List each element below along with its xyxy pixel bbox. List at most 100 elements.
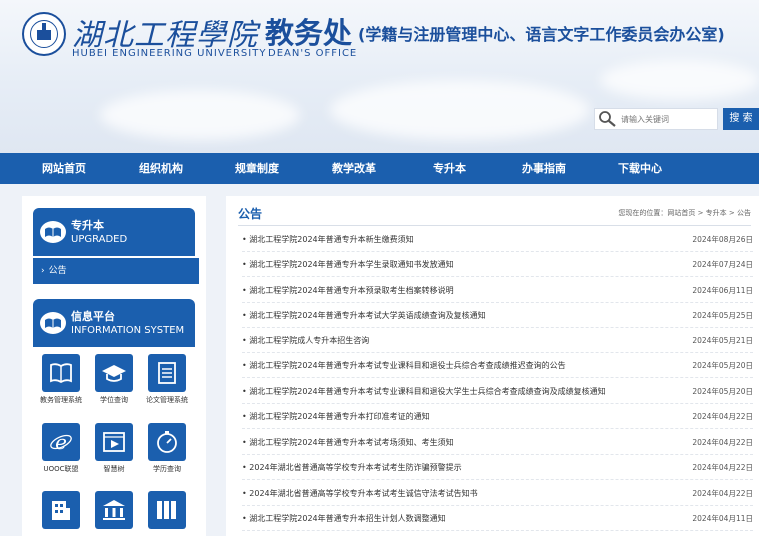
news-title[interactable]: • 湖北工程学院2024年普通专升本考试考场须知、考生须知 <box>242 437 454 448</box>
tile-bank[interactable] <box>89 491 139 532</box>
tile-label: 论文管理系统 <box>146 396 188 404</box>
news-item[interactable]: • 2024年湖北省普通高等学校专升本考试考生诚信守法考试告知书 2024年04… <box>242 481 753 506</box>
office-subtitle: (学籍与注册管理中心、语言文字工作委员会办公室) <box>358 25 725 44</box>
news-date: 2024年04月22日 <box>692 438 753 447</box>
panel-title: 信息平台 <box>71 310 115 323</box>
svg-text:e: e <box>55 430 67 454</box>
sidebar-item-announcement[interactable]: › 公告 <box>33 258 199 284</box>
video-icon <box>103 432 125 452</box>
news-item[interactable]: • 湖北工程学院2024年普通专升本学生录取通知书发放通知 2024年07月24… <box>242 252 753 277</box>
news-date: 2024年08月26日 <box>692 235 753 244</box>
graduation-cap-icon <box>102 365 126 382</box>
tile-books[interactable] <box>142 491 192 532</box>
compass-icon <box>157 431 177 453</box>
news-date: 2024年04月22日 <box>692 463 753 472</box>
news-date: 2024年07月24日 <box>692 260 753 269</box>
nav-item-home[interactable]: 网站首页 <box>42 153 86 184</box>
nav-item-upgraded[interactable]: 专升本 <box>433 153 466 184</box>
panel-header-info-system: 信息平台 INFORMATION SYSTEM <box>33 299 195 347</box>
nav-item-teaching-reform[interactable]: 教学改革 <box>332 153 376 184</box>
nav-item-downloads[interactable]: 下载中心 <box>618 153 662 184</box>
news-date: 2024年05月25日 <box>692 311 753 320</box>
breadcrumb-current[interactable]: 公告 <box>737 209 751 217</box>
office-name-en: DEAN'S OFFICE <box>268 48 358 59</box>
news-title[interactable]: • 湖北工程学院2024年普通专升本考试专业课科目和退役士兵综合考查成绩推迟查询… <box>242 360 566 371</box>
tile-label: 学位查询 <box>100 396 128 404</box>
tile-label: UOOC联盟 <box>43 465 79 473</box>
bank-icon <box>103 500 125 520</box>
news-item[interactable]: • 湖北工程学院2024年普通专升本新生缴费须知 2024年08月26日 <box>242 227 753 252</box>
news-item[interactable]: • 湖北工程学院2024年普通专升本考试专业课科目和退役士兵综合考查成绩推迟查询… <box>242 353 753 378</box>
breadcrumb-home[interactable]: 网站首页 <box>667 209 695 217</box>
nav-item-guide[interactable]: 办事指南 <box>522 153 566 184</box>
news-title[interactable]: • 湖北工程学院2024年普通专升本新生缴费须知 <box>242 234 414 245</box>
sidebar: 专升本 UPGRADED › 公告 信息平台 INFORMATION SYSTEM… <box>22 196 206 536</box>
breadcrumb-prefix: 您现在的位置： <box>618 209 668 217</box>
ie-browser-icon: e <box>50 430 72 454</box>
news-title[interactable]: • 湖北工程学院2024年普通专升本考试专业课科目和退役大学生士兵综合考查成绩查… <box>242 386 606 397</box>
news-title[interactable]: • 湖北工程学院2024年普通专升本考试大学英语成绩查询及复核通知 <box>242 310 486 321</box>
document-list-icon <box>158 362 176 384</box>
breadcrumb-upgraded[interactable]: 专升本 <box>706 209 727 217</box>
main-content: 公告 您现在的位置：网站首页 > 专升本 > 公告 • 湖北工程学院2024年普… <box>226 196 759 536</box>
news-item[interactable]: • 湖北工程学院2024年普通专升本考试大学英语成绩查询及复核通知 2024年0… <box>242 303 753 328</box>
news-title[interactable]: • 湖北工程学院2024年普通专升本打印准考证的通知 <box>242 411 430 422</box>
nav-item-regulations[interactable]: 规章制度 <box>235 153 279 184</box>
main-nav: 网站首页 组织机构 规章制度 教学改革 专升本 办事指南 下载中心 <box>0 153 759 184</box>
tile-thesis-system[interactable]: 论文管理系统 <box>142 354 192 405</box>
news-title[interactable]: • 湖北工程学院成人专升本招生咨询 <box>242 335 369 346</box>
news-item[interactable]: • 湖北工程学院成人专升本招生咨询 2024年05月21日 <box>242 328 753 353</box>
tile-label: 学历查询 <box>153 465 181 473</box>
nav-item-organization[interactable]: 组织机构 <box>139 153 183 184</box>
news-date: 2024年05月21日 <box>692 336 753 345</box>
building-icon <box>52 501 70 520</box>
news-title[interactable]: • 湖北工程学院2024年普通专升本预录取考生档案转移说明 <box>242 285 454 296</box>
search-box <box>594 108 718 130</box>
cloud-decoration <box>330 80 590 140</box>
news-date: 2024年04月11日 <box>692 514 753 523</box>
page-title: 公告 <box>238 207 263 221</box>
news-date: 2024年05月20日 <box>692 387 753 396</box>
divider <box>238 225 751 226</box>
search-button[interactable]: 搜 索 <box>723 108 759 130</box>
breadcrumb-sep: > <box>695 209 706 217</box>
tile-degree-query[interactable]: 学位查询 <box>89 354 139 405</box>
news-item[interactable]: • 湖北工程学院2024年普通专升本招生计划人数调整通知 2024年04月11日 <box>242 506 753 531</box>
news-item[interactable]: • 湖北工程学院2024年普通专升本打印准考证的通知 2024年04月22日 <box>242 404 753 429</box>
panel-header-upgraded: 专升本 UPGRADED <box>33 208 195 256</box>
tile-zhihuishu[interactable]: 智慧树 <box>89 423 139 474</box>
university-logo[interactable] <box>22 12 66 56</box>
search-input[interactable] <box>621 111 715 128</box>
panel-title-en: INFORMATION SYSTEM <box>71 325 185 336</box>
breadcrumb-sep: > <box>726 209 737 217</box>
university-name-en: HUBEI ENGINEERING UNIVERSITY <box>72 48 267 59</box>
office-name: 教务处 <box>265 16 353 50</box>
panel-title: 专升本 <box>71 219 104 232</box>
news-item[interactable]: • 湖北工程学院2024年普通专升本预录取考生档案转移说明 2024年06月11… <box>242 278 753 303</box>
tile-label: 教务管理系统 <box>40 396 82 404</box>
tile-academic-system[interactable]: 教务管理系统 <box>36 354 86 405</box>
cloud-decoration <box>100 90 300 140</box>
panel-title-en: UPGRADED <box>71 234 128 245</box>
tile-uooc[interactable]: e UOOC联盟 <box>36 423 86 474</box>
search-icon <box>599 111 616 127</box>
chevron-right-icon: › <box>41 266 45 276</box>
tile-building[interactable] <box>36 491 86 532</box>
news-date: 2024年04月22日 <box>692 412 753 421</box>
news-item[interactable]: • 湖北工程学院2024年普通专升本考试考场须知、考生须知 2024年04月22… <box>242 430 753 455</box>
news-title[interactable]: • 2024年湖北省普通高等学校专升本考试考生防诈骗预警提示 <box>242 462 462 473</box>
open-book-icon <box>40 221 66 243</box>
news-title[interactable]: • 湖北工程学院2024年普通专升本学生录取通知书发放通知 <box>242 259 454 270</box>
news-item[interactable]: • 2024年湖北省普通高等学校专升本考试考生防诈骗预警提示 2024年04月2… <box>242 455 753 480</box>
breadcrumb: 您现在的位置：网站首页 > 专升本 > 公告 <box>618 208 751 218</box>
books-icon <box>157 501 176 519</box>
news-title[interactable]: • 湖北工程学院2024年普通专升本招生计划人数调整通知 <box>242 513 446 524</box>
news-item[interactable]: • 湖北工程学院2024年普通专升本考试专业课科目和退役大学生士兵综合考查成绩查… <box>242 379 753 404</box>
news-date: 2024年06月11日 <box>692 286 753 295</box>
cloud-decoration <box>600 60 759 100</box>
news-title[interactable]: • 2024年湖北省普通高等学校专升本考试考生诚信守法考试告知书 <box>242 488 478 499</box>
open-book-icon <box>40 312 66 334</box>
tile-education-query[interactable]: 学历查询 <box>142 423 192 474</box>
site-header: 湖北工程學院 HUBEI ENGINEERING UNIVERSITY 教务处 … <box>0 0 759 153</box>
tile-label: 智慧树 <box>103 465 125 473</box>
